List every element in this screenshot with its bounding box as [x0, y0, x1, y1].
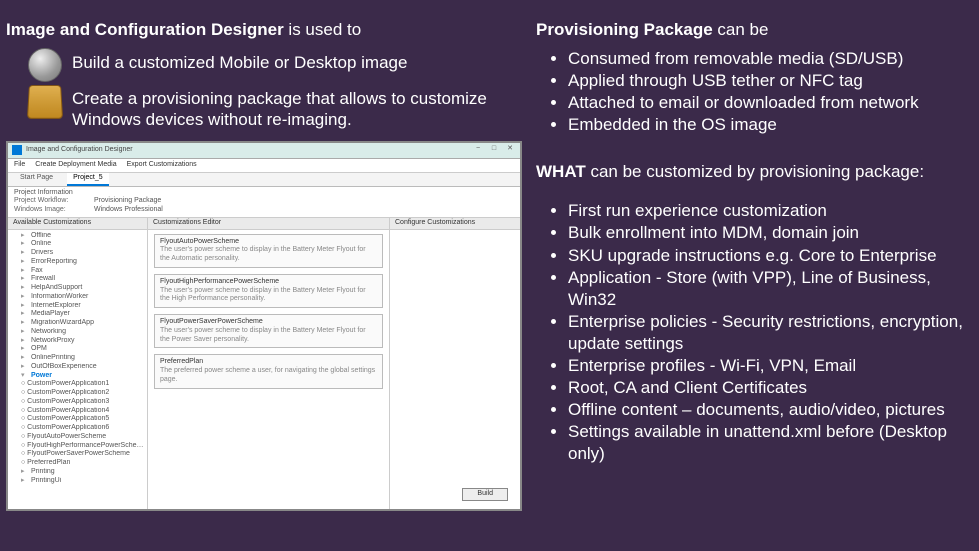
tree-node[interactable]: ▸ Networking — [11, 328, 144, 337]
editor-field[interactable]: FlyoutPowerSaverPowerSchemeThe user's po… — [154, 314, 383, 348]
tab-start-page[interactable]: Start Page — [14, 173, 59, 186]
minimize-button[interactable]: − — [472, 145, 484, 155]
list-item: First run experience customization — [568, 200, 965, 222]
tree-node[interactable]: ▸ MigrationWizardApp — [11, 319, 144, 328]
list-item: SKU upgrade instructions e.g. Core to En… — [568, 245, 965, 267]
tree-node[interactable]: ○ CustomPowerApplication2 — [11, 389, 144, 398]
customization-tree[interactable]: ▸ Offline▸ Online▸ Drivers▸ ErrorReporti… — [8, 230, 147, 488]
project-info-header: Project Information — [14, 189, 514, 198]
menu-export-customizations[interactable]: Export Customizations — [127, 161, 197, 170]
build-button[interactable]: Build — [462, 488, 508, 501]
app-screenshot: Image and Configuration Designer − □ ✕ F… — [6, 141, 522, 511]
panel-available-header: Available Customizations — [8, 218, 147, 230]
close-button[interactable]: ✕ — [504, 145, 516, 155]
tree-node[interactable]: ▸ OnlinePrinting — [11, 354, 144, 363]
tree-node[interactable]: ○ CustomPowerApplication3 — [11, 398, 144, 407]
tree-node[interactable]: ○ CustomPowerApplication6 — [11, 424, 144, 433]
editor-field[interactable]: FlyoutHighPerformancePowerSchemeThe user… — [154, 274, 383, 308]
tree-node[interactable]: ▸ PrintingUi — [11, 477, 144, 486]
pp-heading-bold: Provisioning Package — [536, 20, 713, 39]
tree-node[interactable]: ▸ Fax — [11, 267, 144, 276]
tree-node[interactable]: ▸ InternetExplorer — [11, 302, 144, 311]
tree-node[interactable]: ▸ OutOfBoxExperience — [11, 363, 144, 372]
list-item: Settings available in unattend.xml befor… — [568, 421, 965, 465]
what-heading-bold: WHAT — [536, 162, 586, 181]
workflow-label: Project Workflow: — [14, 197, 84, 206]
editor-field[interactable]: PreferredPlanThe preferred power scheme … — [154, 354, 383, 388]
app-title: Image and Configuration Designer — [26, 146, 468, 155]
tree-node[interactable]: ○ FlyoutHighPerformancePowerScheme — [11, 442, 144, 451]
tree-node[interactable]: ▸ Online — [11, 240, 144, 249]
list-item: Consumed from removable media (SD/USB) — [568, 48, 965, 70]
pp-heading-rest: can be — [713, 20, 769, 39]
package-icon — [27, 85, 63, 119]
tab-project[interactable]: Project_5 — [67, 173, 109, 186]
what-heading: WHAT can be customized by provisioning p… — [536, 162, 965, 182]
tree-node[interactable]: ▸ Printing — [11, 468, 144, 477]
windows-logo-icon — [12, 145, 22, 155]
tree-node[interactable]: ○ PreferredPlan — [11, 459, 144, 468]
list-item: Embedded in the OS image — [568, 114, 965, 136]
menu-create-deployment-media[interactable]: Create Deployment Media — [35, 161, 116, 170]
list-item: Enterprise policies - Security restricti… — [568, 311, 965, 355]
list-item: Offline content – documents, audio/video… — [568, 399, 965, 421]
menu-file[interactable]: File — [14, 161, 25, 170]
tree-node[interactable]: ▸ MediaPlayer — [11, 310, 144, 319]
tree-node[interactable]: ▸ OPM — [11, 345, 144, 354]
tree-node[interactable]: ▸ Offline — [11, 232, 144, 241]
tree-node[interactable]: ○ FlyoutAutoPowerScheme — [11, 433, 144, 442]
list-item: Bulk enrollment into MDM, domain join — [568, 222, 965, 244]
tree-node[interactable]: ○ FlyoutPowerSaverPowerScheme — [11, 450, 144, 459]
intro-text-2: Create a provisioning package that allow… — [72, 84, 520, 131]
tree-node[interactable]: ▸ Drivers — [11, 249, 144, 258]
list-item: Application - Store (with VPP), Line of … — [568, 267, 965, 311]
left-heading: Image and Configuration Designer is used… — [6, 20, 520, 40]
tree-node[interactable]: ○ CustomPowerApplication1 — [11, 380, 144, 389]
tree-node[interactable]: ▸ ErrorReporting — [11, 258, 144, 267]
list-item: Attached to email or downloaded from net… — [568, 92, 965, 114]
pp-heading: Provisioning Package can be — [536, 20, 965, 40]
image-value: Windows Professional — [94, 206, 163, 215]
tree-node[interactable]: ▸ InformationWorker — [11, 293, 144, 302]
tree-node[interactable]: ○ CustomPowerApplication4 — [11, 407, 144, 416]
tree-node[interactable]: ▸ NetworkProxy — [11, 337, 144, 346]
intro-text-1: Build a customized Mobile or Desktop ima… — [72, 48, 407, 73]
tree-node[interactable]: ▸ HelpAndSupport — [11, 284, 144, 293]
disc-icon — [28, 48, 62, 82]
what-bullet-list: First run experience customizationBulk e… — [536, 200, 965, 465]
list-item: Root, CA and Client Certificates — [568, 377, 965, 399]
editor-field[interactable]: FlyoutAutoPowerSchemeThe user's power sc… — [154, 234, 383, 268]
left-heading-bold: Image and Configuration Designer — [6, 20, 284, 39]
what-heading-rest: can be customized by provisioning packag… — [586, 162, 924, 181]
panel-editor-header: Customizations Editor — [148, 218, 389, 230]
panel-configure-header: Configure Customizations — [390, 218, 520, 230]
image-label: Windows Image: — [14, 206, 84, 215]
list-item: Applied through USB tether or NFC tag — [568, 70, 965, 92]
workflow-value: Provisioning Package — [94, 197, 161, 206]
pp-bullet-list: Consumed from removable media (SD/USB)Ap… — [536, 48, 965, 136]
list-item: Enterprise profiles - Wi-Fi, VPN, Email — [568, 355, 965, 377]
tree-node[interactable]: ○ CustomPowerApplication5 — [11, 415, 144, 424]
tree-node[interactable]: ▸ Firewall — [11, 275, 144, 284]
maximize-button[interactable]: □ — [488, 145, 500, 155]
tree-node[interactable]: ▾ Power — [11, 372, 144, 381]
left-heading-rest: is used to — [284, 20, 362, 39]
